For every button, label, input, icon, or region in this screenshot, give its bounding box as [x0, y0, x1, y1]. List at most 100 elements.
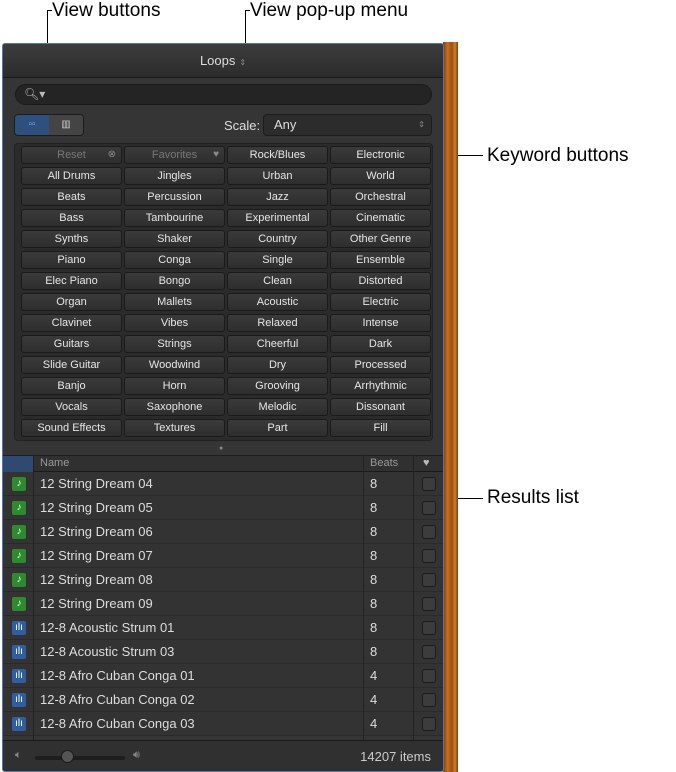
keyword-button-piano[interactable]: Piano [21, 251, 122, 269]
keyword-button-electronic[interactable]: Electronic [330, 146, 431, 164]
keyword-button-fill[interactable]: Fill [330, 419, 431, 437]
search-icon[interactable]: 🔍︎▾ [24, 87, 45, 101]
favorite-checkbox[interactable] [422, 501, 436, 515]
keyword-button-part[interactable]: Part [227, 419, 328, 437]
keyword-button-jazz[interactable]: Jazz [227, 188, 328, 206]
keyword-button-horn[interactable]: Horn [124, 377, 225, 395]
favorite-checkbox[interactable] [422, 717, 436, 731]
table-row[interactable]: ♪ 12 String Dream 05 8 [3, 496, 443, 520]
keyword-button-grooving[interactable]: Grooving [227, 377, 328, 395]
view-popup-menu[interactable]: Loops ⇕ [3, 44, 443, 78]
keyword-button-cheerful[interactable]: Cheerful [227, 335, 328, 353]
keyword-button-other-genre[interactable]: Other Genre [330, 230, 431, 248]
keyword-button-experimental[interactable]: Experimental [227, 209, 328, 227]
keyword-button-synths[interactable]: Synths [21, 230, 122, 248]
favorite-checkbox[interactable] [422, 525, 436, 539]
keyword-button-strings[interactable]: Strings [124, 335, 225, 353]
keyword-label: Elec Piano [45, 275, 98, 287]
keyword-button-single[interactable]: Single [227, 251, 328, 269]
keyword-button-organ[interactable]: Organ [21, 293, 122, 311]
keyword-button-processed[interactable]: Processed [330, 356, 431, 374]
table-row[interactable]: ılı 12-8 Acoustic Strum 01 8 [3, 616, 443, 640]
keyword-button-all-drums[interactable]: All Drums [21, 167, 122, 185]
keyword-button-mallets[interactable]: Mallets [124, 293, 225, 311]
table-row[interactable]: ♪ 12 String Dream 09 8 [3, 592, 443, 616]
keyword-button-electric[interactable]: Electric [330, 293, 431, 311]
keyword-button-jingles[interactable]: Jingles [124, 167, 225, 185]
keyword-button-slide-guitar[interactable]: Slide Guitar [21, 356, 122, 374]
name-column-header[interactable]: Name [40, 456, 69, 471]
loop-name: 12-8 Acoustic Strum 03 [40, 644, 175, 659]
keyword-label: Cinematic [356, 212, 405, 224]
keyword-button-elec-piano[interactable]: Elec Piano [21, 272, 122, 290]
table-row[interactable]: ılı 12-8 Afro Cuban Conga 02 4 [3, 688, 443, 712]
keyword-button-vocals[interactable]: Vocals [21, 398, 122, 416]
search-field[interactable]: 🔍︎▾ [15, 84, 432, 105]
keyword-button-intense[interactable]: Intense [330, 314, 431, 332]
table-row[interactable]: ♪ 12 String Dream 07 8 [3, 544, 443, 568]
favorites-column-header[interactable]: ♥ [423, 456, 430, 471]
keyword-button-ensemble[interactable]: Ensemble [330, 251, 431, 269]
updown-arrows-icon: ⇕ [239, 58, 247, 67]
resize-handle[interactable]: ● [219, 445, 223, 452]
keyword-button-clavinet[interactable]: Clavinet [21, 314, 122, 332]
beats-column-header[interactable]: Beats [370, 456, 398, 471]
button-view-button[interactable]: ▫▫ [15, 115, 49, 135]
keyword-button-world[interactable]: World [330, 167, 431, 185]
column-view-button[interactable]: ▥ [49, 115, 83, 135]
midi-loop-icon: ♪ [12, 597, 26, 611]
keyword-button-distorted[interactable]: Distorted [330, 272, 431, 290]
keyword-button-woodwind[interactable]: Woodwind [124, 356, 225, 374]
table-row[interactable]: ılı 12-8 Acoustic Strum 03 8 [3, 640, 443, 664]
loop-name: 12 String Dream 06 [40, 524, 153, 539]
favorite-checkbox[interactable] [422, 669, 436, 683]
keyword-button-tambourine[interactable]: Tambourine [124, 209, 225, 227]
favorite-checkbox[interactable] [422, 549, 436, 563]
table-row[interactable]: ılı 12-8 Afro Cuban Conga 01 4 [3, 664, 443, 688]
keyword-button-vibes[interactable]: Vibes [124, 314, 225, 332]
keyword-button-orchestral[interactable]: Orchestral [330, 188, 431, 206]
type-column-header[interactable] [3, 456, 33, 472]
keyword-button-favorites[interactable]: Favorites ♥ [124, 146, 225, 164]
table-row[interactable]: ♪ 12 String Dream 08 8 [3, 568, 443, 592]
keyword-button-banjo[interactable]: Banjo [21, 377, 122, 395]
keyword-button-urban[interactable]: Urban [227, 167, 328, 185]
table-row[interactable]: ♪ 12 String Dream 04 8 [3, 472, 443, 496]
keyword-button-country[interactable]: Country [227, 230, 328, 248]
favorite-checkbox[interactable] [422, 597, 436, 611]
keyword-button-bass[interactable]: Bass [21, 209, 122, 227]
keyword-button-rock-blues[interactable]: Rock/Blues [227, 146, 328, 164]
keyword-button-percussion[interactable]: Percussion [124, 188, 225, 206]
volume-slider-knob[interactable] [60, 750, 74, 763]
favorite-checkbox[interactable] [422, 621, 436, 635]
keyword-button-textures[interactable]: Textures [124, 419, 225, 437]
table-row[interactable]: ılı 12-8 Afro Cuban Conga 03 4 [3, 712, 443, 736]
keyword-button-cinematic[interactable]: Cinematic [330, 209, 431, 227]
keyword-button-dry[interactable]: Dry [227, 356, 328, 374]
keyword-button-saxophone[interactable]: Saxophone [124, 398, 225, 416]
keyword-button-reset[interactable]: Reset ⊗ [21, 146, 122, 164]
keyword-label: Strings [157, 338, 192, 350]
keyword-button-arrhythmic[interactable]: Arrhythmic [330, 377, 431, 395]
keyword-button-conga[interactable]: Conga [124, 251, 225, 269]
keyword-button-relaxed[interactable]: Relaxed [227, 314, 328, 332]
keyword-button-clean[interactable]: Clean [227, 272, 328, 290]
volume-slider[interactable] [35, 756, 125, 760]
favorite-checkbox[interactable] [422, 693, 436, 707]
keyword-button-beats[interactable]: Beats [21, 188, 122, 206]
scale-popup[interactable]: Any ⇕ [263, 114, 432, 136]
keyword-button-dissonant[interactable]: Dissonant [330, 398, 431, 416]
favorite-checkbox[interactable] [422, 477, 436, 491]
midi-loop-icon: ♪ [12, 501, 26, 515]
keyword-button-melodic[interactable]: Melodic [227, 398, 328, 416]
keyword-button-dark[interactable]: Dark [330, 335, 431, 353]
keyword-label: Single [262, 254, 293, 266]
table-row[interactable]: ♪ 12 String Dream 06 8 [3, 520, 443, 544]
keyword-button-guitars[interactable]: Guitars [21, 335, 122, 353]
keyword-button-sound-effects[interactable]: Sound Effects [21, 419, 122, 437]
keyword-button-acoustic[interactable]: Acoustic [227, 293, 328, 311]
favorite-checkbox[interactable] [422, 573, 436, 587]
favorite-checkbox[interactable] [422, 645, 436, 659]
keyword-button-shaker[interactable]: Shaker [124, 230, 225, 248]
keyword-button-bongo[interactable]: Bongo [124, 272, 225, 290]
